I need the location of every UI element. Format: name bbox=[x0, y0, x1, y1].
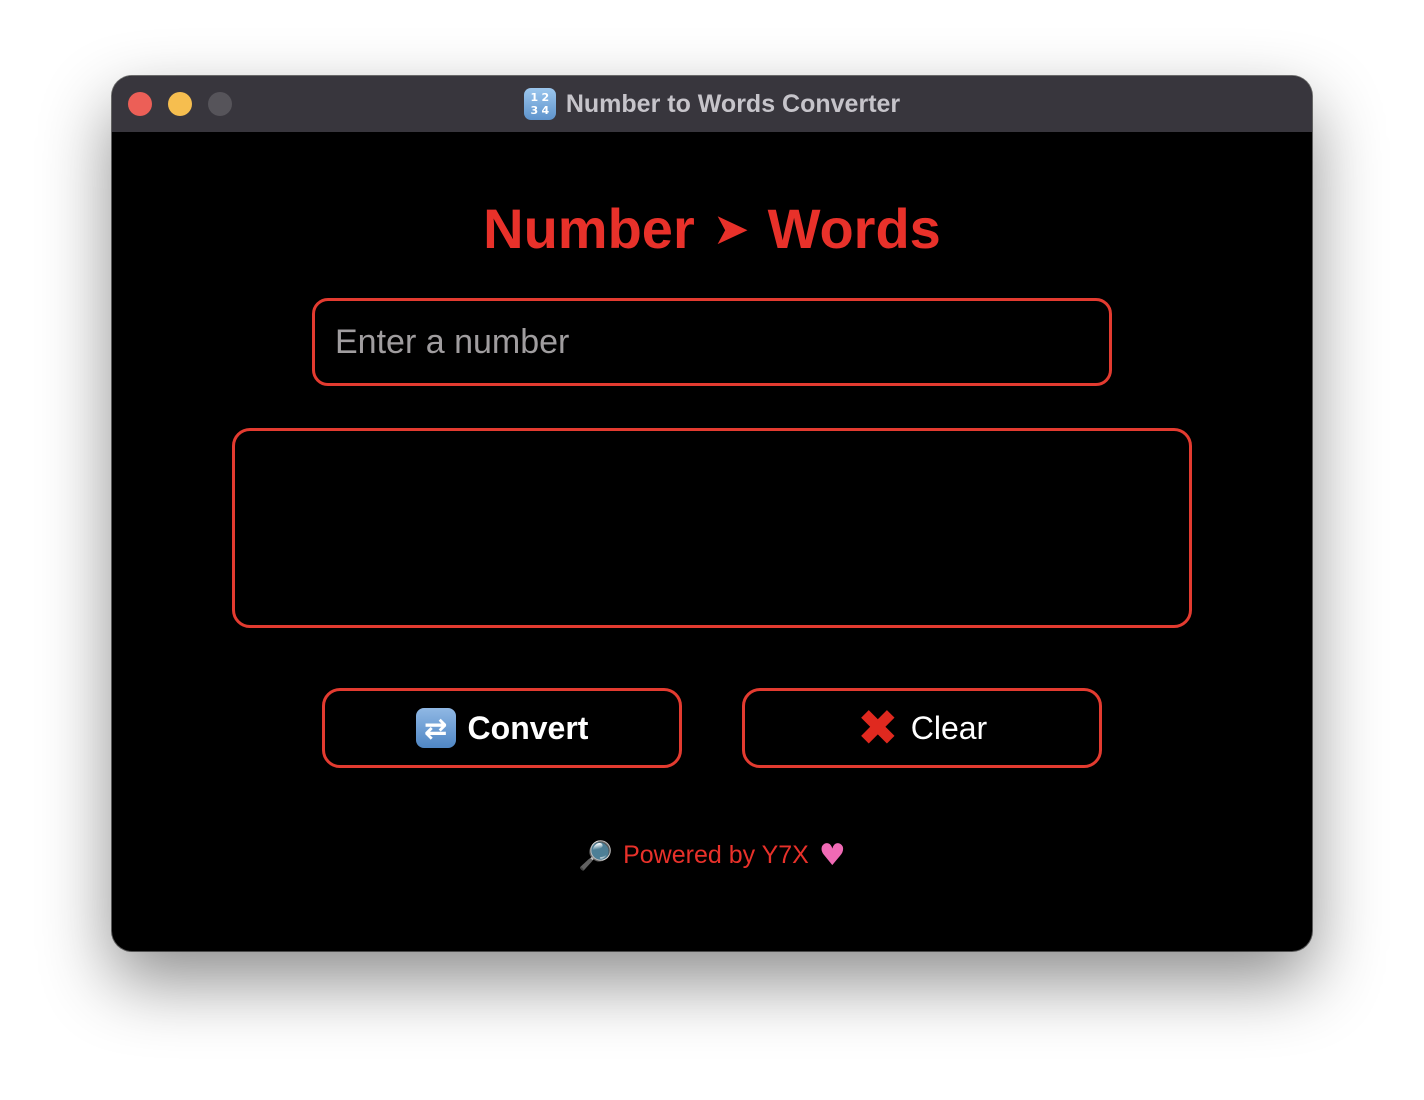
repeat-icon: ⇄ bbox=[415, 708, 456, 748]
arrow-icon: ➤ bbox=[712, 204, 750, 255]
keypad-digit: 4 bbox=[541, 104, 550, 117]
magnifier-icon: 🔎 bbox=[578, 839, 614, 872]
keypad-digit: 2 bbox=[541, 91, 550, 104]
window-title: Number to Words Converter bbox=[565, 89, 901, 118]
heading-words: Words bbox=[767, 197, 941, 260]
number-input[interactable] bbox=[312, 298, 1112, 386]
words-output bbox=[232, 428, 1192, 628]
page-heading: Number ➤ Words bbox=[112, 196, 1312, 263]
keypad-digit: 1 bbox=[530, 91, 539, 104]
title-bar: 1 2 3 4 Number to Words Converter bbox=[112, 76, 1312, 132]
convert-button-label: Convert bbox=[467, 709, 589, 746]
app-window: 1 2 3 4 Number to Words Converter Number… bbox=[112, 76, 1312, 951]
clear-button-label: Clear bbox=[910, 709, 988, 746]
number-keypad-icon: 1 2 3 4 bbox=[523, 88, 556, 120]
cross-mark-icon: ✖ bbox=[856, 699, 899, 757]
footer: 🔎 Powered by Y7X ♥ bbox=[112, 838, 1312, 873]
powered-by-text: Powered by Y7X bbox=[623, 841, 809, 869]
heart-icon: ♥ bbox=[818, 838, 846, 873]
clear-button[interactable]: ✖ Clear bbox=[742, 688, 1102, 768]
window-title-group: 1 2 3 4 Number to Words Converter bbox=[112, 76, 1312, 132]
convert-button[interactable]: ⇄ Convert bbox=[322, 688, 682, 768]
keypad-digit: 3 bbox=[530, 104, 539, 117]
heading-number: Number bbox=[483, 197, 695, 260]
